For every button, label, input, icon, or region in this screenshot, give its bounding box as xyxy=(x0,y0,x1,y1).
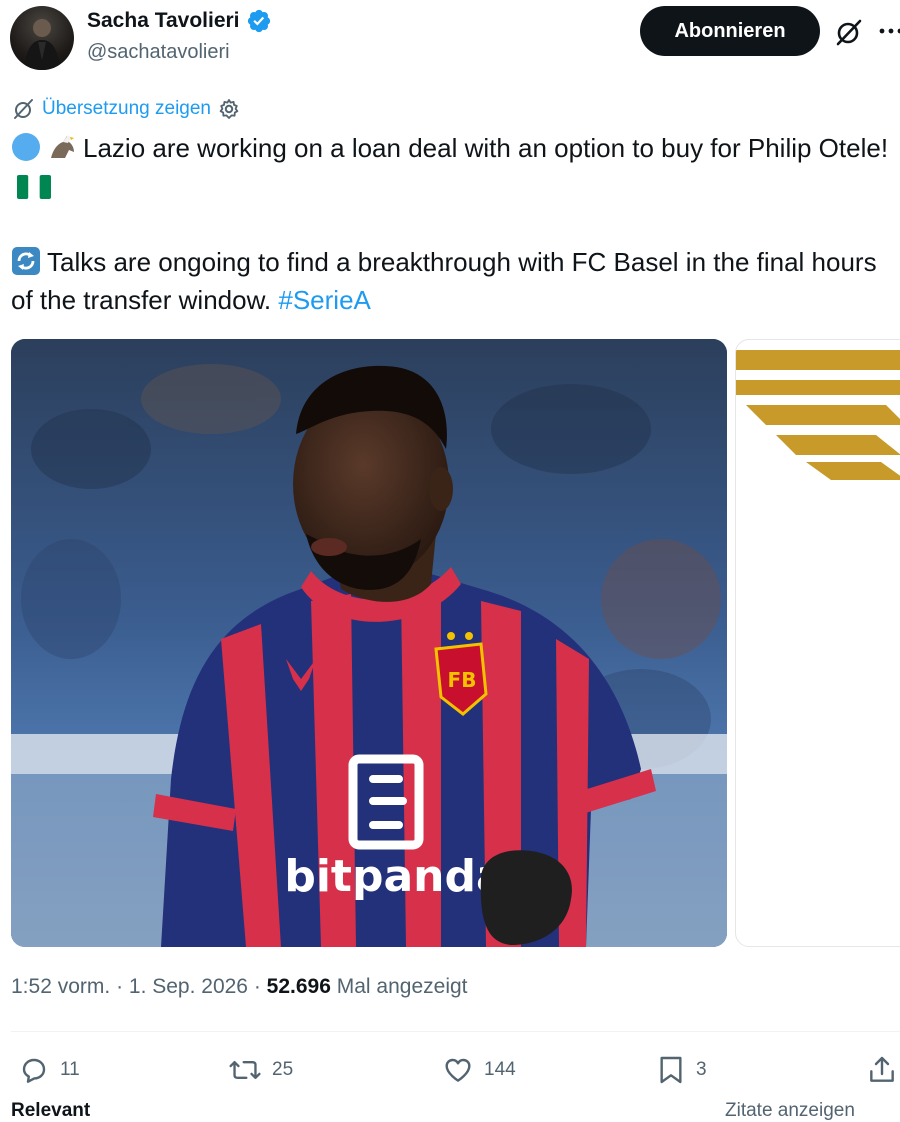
author-name[interactable]: Sacha Tavolieri xyxy=(87,8,272,34)
repost-count: 25 xyxy=(272,1059,294,1080)
tweet-time[interactable]: 1:52 vorm. xyxy=(11,975,110,998)
tweet-photo[interactable]: FB bitpanda xyxy=(11,339,727,947)
share-icon xyxy=(870,1056,894,1082)
share-button[interactable] xyxy=(866,1045,898,1095)
bookmark-icon xyxy=(660,1056,682,1084)
tweet-line-2: Talks are ongoing to find a breakthrough… xyxy=(11,247,877,315)
tweet-meta: 1:52 vorm. · 1. Sep. 2026 · 52.696 Mal a… xyxy=(11,975,468,998)
author-handle[interactable]: @sachatavolieri xyxy=(87,41,230,64)
settings-gear-icon[interactable] xyxy=(217,97,241,121)
more-icon[interactable] xyxy=(876,18,900,44)
avatar[interactable] xyxy=(10,6,74,70)
svg-text:FB: FB xyxy=(448,668,477,692)
verified-badge-icon xyxy=(247,9,270,33)
divider xyxy=(11,1031,900,1032)
views-count: 52.696 xyxy=(266,975,331,998)
tweet-line-1: Lazio are working on a loan deal with an… xyxy=(83,133,889,163)
reply-button[interactable]: 11 xyxy=(18,1045,80,1095)
subscribe-button[interactable]: Abonnieren xyxy=(640,6,820,56)
hashtag-link[interactable]: #SerieA xyxy=(278,285,371,315)
like-count: 144 xyxy=(484,1059,516,1080)
tweet-header: Sacha Tavolieri @sachatavolieri Abonnier… xyxy=(0,0,900,80)
author-display-name[interactable]: Sacha Tavolieri xyxy=(87,9,240,33)
tweet-photo-2[interactable] xyxy=(735,339,900,947)
action-bar: 11 25 144 3 xyxy=(0,1045,900,1095)
like-button[interactable]: 144 xyxy=(442,1045,516,1095)
tweet-date[interactable]: 1. Sep. 2026 xyxy=(129,975,248,998)
nigeria-flag-icon xyxy=(17,175,51,199)
show-translation-label[interactable]: Übersetzung zeigen xyxy=(42,98,211,120)
shirt-sponsor-text: bitpanda xyxy=(284,851,505,902)
repost-icon xyxy=(229,1060,261,1080)
player-photo: FB bitpanda xyxy=(11,339,727,947)
lazio-eagle-graphic xyxy=(736,350,900,480)
bookmark-button[interactable]: 3 xyxy=(656,1045,707,1095)
grok-icon[interactable] xyxy=(834,17,864,47)
heart-icon xyxy=(445,1058,471,1082)
eagle-icon xyxy=(51,135,74,158)
view-quotes-link[interactable]: Zitate anzeigen xyxy=(725,1100,855,1122)
arrows-cycle-icon xyxy=(12,247,40,275)
grok-translate-icon xyxy=(14,99,33,119)
tweet-text: Lazio are working on a loan deal with an… xyxy=(11,129,891,319)
tweet-paragraph-2: Talks are ongoing to find a breakthrough… xyxy=(11,243,891,319)
repost-button[interactable]: 25 xyxy=(228,1045,293,1095)
blue-circle-icon xyxy=(12,133,40,161)
tweet-paragraph-1: Lazio are working on a loan deal with an… xyxy=(11,129,891,205)
views-label: Mal angezeigt xyxy=(336,975,468,998)
show-translation[interactable]: Übersetzung zeigen xyxy=(12,96,241,122)
bookmark-count: 3 xyxy=(696,1059,707,1080)
reply-count: 11 xyxy=(60,1059,80,1080)
reply-icon xyxy=(22,1058,46,1083)
sort-relevant[interactable]: Relevant xyxy=(11,1100,90,1122)
